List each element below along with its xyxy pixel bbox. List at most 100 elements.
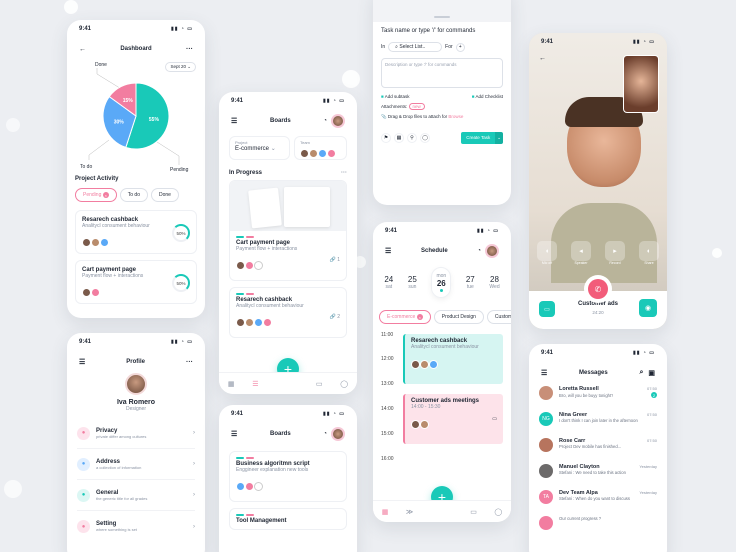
chat-icon[interactable]: ▭ bbox=[316, 380, 323, 388]
self-view[interactable] bbox=[623, 55, 659, 113]
board-card[interactable]: Resarech cashback Analitycl consument be… bbox=[229, 287, 347, 338]
avatar[interactable] bbox=[330, 427, 345, 441]
status-time: 9:41 bbox=[231, 98, 244, 104]
flag-icon[interactable]: ⚑ bbox=[381, 133, 391, 143]
calendar-icon[interactable]: ▦ bbox=[382, 508, 389, 516]
select-list-placeholder: Select List.. bbox=[399, 44, 426, 50]
board-icon[interactable]: ≫ bbox=[406, 508, 413, 516]
drop-zone[interactable]: 📎 Drag & Drop files to attach for Browse bbox=[381, 114, 503, 120]
filter-todo[interactable]: To do bbox=[119, 188, 148, 202]
project-select[interactable]: Project E-commerce ⌄ bbox=[229, 136, 291, 160]
list-select[interactable]: ⌕ Select List.. bbox=[388, 42, 443, 52]
board-card[interactable]: Cart payment page Payment flow + interac… bbox=[229, 180, 347, 281]
settings-item-privacy[interactable]: ● Privacy private differ among cultures › bbox=[77, 418, 195, 449]
message-item[interactable]: NG Nina Greer 07:50 I don't think I can joi… bbox=[539, 412, 657, 436]
filter-custom[interactable]: Custom bbox=[486, 310, 511, 324]
avatar[interactable] bbox=[485, 244, 499, 258]
boards-header: ☰ Boards ◔ bbox=[219, 110, 357, 132]
add-subtask-option[interactable]: ■ Add subtask bbox=[381, 94, 410, 99]
boards-list-screen: 9:41 ▮▮ ◔ ▭ ☰ Boards ◔ Business algoritmn… bbox=[219, 405, 357, 552]
video-icon[interactable]: ▭ bbox=[492, 416, 497, 434]
back-arrow-icon[interactable]: ← bbox=[539, 55, 546, 62]
filter-done[interactable]: Done bbox=[150, 188, 179, 202]
browse-link[interactable]: Browse bbox=[448, 114, 463, 119]
close-icon[interactable]: × bbox=[102, 192, 109, 198]
status-time: 9:41 bbox=[79, 339, 92, 345]
user-icon[interactable]: ◯ bbox=[420, 133, 430, 143]
menu-icon[interactable]: ☰ bbox=[541, 369, 547, 377]
end-call-button[interactable]: ✆ bbox=[588, 279, 608, 299]
day-item[interactable]: 25 sun bbox=[408, 275, 417, 290]
task-name-input[interactable]: Task name or type '/' for commands bbox=[381, 28, 503, 34]
settings-item-general[interactable]: ● General the generic title for all grade… bbox=[77, 480, 195, 511]
filter-pending[interactable]: Pending × bbox=[75, 188, 117, 202]
more-icon[interactable]: ··· bbox=[186, 46, 193, 53]
chat-icon[interactable]: ▭ bbox=[470, 508, 477, 516]
board-card[interactable]: Business algoritmn script Enggineer expl… bbox=[229, 451, 347, 502]
close-icon[interactable]: × bbox=[416, 314, 423, 320]
message-item[interactable]: TA Dev Team Alpa Yesterday Stefani : When d… bbox=[539, 490, 657, 514]
create-task-button[interactable]: Create Task bbox=[461, 132, 496, 144]
control-record[interactable]: ▸ Record bbox=[605, 241, 625, 265]
board-icon[interactable]: ☰ bbox=[252, 380, 258, 388]
notification-icon[interactable]: ◔ bbox=[477, 248, 481, 254]
menu-icon[interactable]: ☰ bbox=[231, 430, 237, 438]
add-member-icon[interactable] bbox=[254, 482, 263, 491]
day-item[interactable]: 28 Wed bbox=[489, 275, 499, 290]
more-icon[interactable]: ··· bbox=[341, 170, 347, 176]
event-card[interactable]: Customer ads meetings 14:00 - 15:30 ▭ bbox=[403, 394, 503, 444]
sheet-backdrop bbox=[373, 0, 511, 22]
event-subtitle: Analitycl consument behaviour bbox=[411, 344, 479, 350]
message-item[interactable]: Rose Carr 07:50 Project Dev mobile has fin… bbox=[539, 438, 657, 462]
attachment-tag[interactable]: new bbox=[408, 103, 425, 110]
notification-icon[interactable]: ◔ bbox=[323, 431, 327, 437]
settings-item-setting[interactable]: ● Setting where something is set › bbox=[77, 511, 195, 542]
description-field[interactable]: Description or type '/' for commands bbox=[381, 58, 503, 88]
filter-product-design[interactable]: Product Design bbox=[433, 310, 484, 324]
menu-icon[interactable]: ☰ bbox=[385, 247, 391, 255]
settings-item-address[interactable]: ● Address a collection of information › bbox=[77, 449, 195, 480]
add-member-icon[interactable] bbox=[254, 261, 263, 270]
add-assignee-button[interactable]: + bbox=[455, 42, 465, 52]
message-item[interactable]: Our current progress ? bbox=[539, 516, 657, 540]
avatar bbox=[539, 438, 553, 452]
event-card[interactable]: Resarech cashback Analitycl consument be… bbox=[403, 334, 503, 384]
control-speaker[interactable]: ◂ Speaker bbox=[571, 241, 591, 265]
status-bar: 9:41 ▮▮ ◔ ▭ bbox=[529, 33, 667, 51]
more-icon[interactable]: ··· bbox=[186, 359, 193, 366]
tag-icon[interactable]: ⚲ bbox=[407, 133, 417, 143]
compose-icon[interactable]: ▣ bbox=[648, 369, 655, 377]
back-arrow-icon[interactable]: ← bbox=[79, 46, 86, 53]
control-mic[interactable]: ◖ Mic off bbox=[537, 241, 557, 265]
task-card[interactable]: Resarech cashback Analitycl consument be… bbox=[75, 210, 197, 254]
search-icon[interactable]: ⌕ bbox=[639, 369, 643, 377]
menu-icon[interactable]: ☰ bbox=[79, 358, 85, 366]
board-card[interactable]: Tool Management bbox=[229, 508, 347, 530]
chevron-down-icon[interactable]: ⌄ bbox=[495, 132, 503, 144]
filter-ecommerce[interactable]: E-commerce × bbox=[379, 310, 431, 324]
day-item[interactable]: 24 sat bbox=[384, 275, 393, 290]
item-sub: where something is set bbox=[96, 527, 137, 532]
chevron-right-icon: › bbox=[193, 461, 195, 467]
drag-handle[interactable] bbox=[434, 16, 450, 18]
tag-bars bbox=[236, 236, 340, 238]
control-label: Mic off bbox=[541, 261, 553, 265]
avatar[interactable] bbox=[330, 114, 345, 128]
user-icon[interactable]: ◯ bbox=[340, 380, 348, 388]
calendar-icon[interactable]: ▦ bbox=[228, 380, 235, 388]
calendar-icon[interactable]: ▦ bbox=[394, 133, 404, 143]
task-card[interactable]: Cart payment page Payment flow + interac… bbox=[75, 260, 197, 304]
control-share[interactable]: ◐ Share bbox=[639, 241, 659, 265]
mic-off-icon: ◖ bbox=[537, 241, 557, 261]
menu-icon[interactable]: ☰ bbox=[231, 117, 237, 125]
flip-camera-button[interactable]: ◉ bbox=[639, 299, 657, 317]
user-icon[interactable]: ◯ bbox=[494, 508, 502, 516]
add-checklist-option[interactable]: ■ Add Checklist bbox=[472, 94, 503, 99]
card-subtitle: Enggineer explanation new tools bbox=[236, 467, 309, 473]
event-subtitle: 14:00 - 15:30 bbox=[411, 404, 441, 410]
message-item[interactable]: Manuel Clayton Yesterday Stefani : We need… bbox=[539, 464, 657, 488]
day-item-selected[interactable]: mon 26 bbox=[431, 266, 452, 298]
message-item[interactable]: Loretta Russell 07:50 Bro, will you be buy… bbox=[539, 386, 657, 410]
day-item[interactable]: 27 tue bbox=[466, 275, 475, 290]
notification-icon[interactable]: ◔ bbox=[323, 118, 327, 124]
